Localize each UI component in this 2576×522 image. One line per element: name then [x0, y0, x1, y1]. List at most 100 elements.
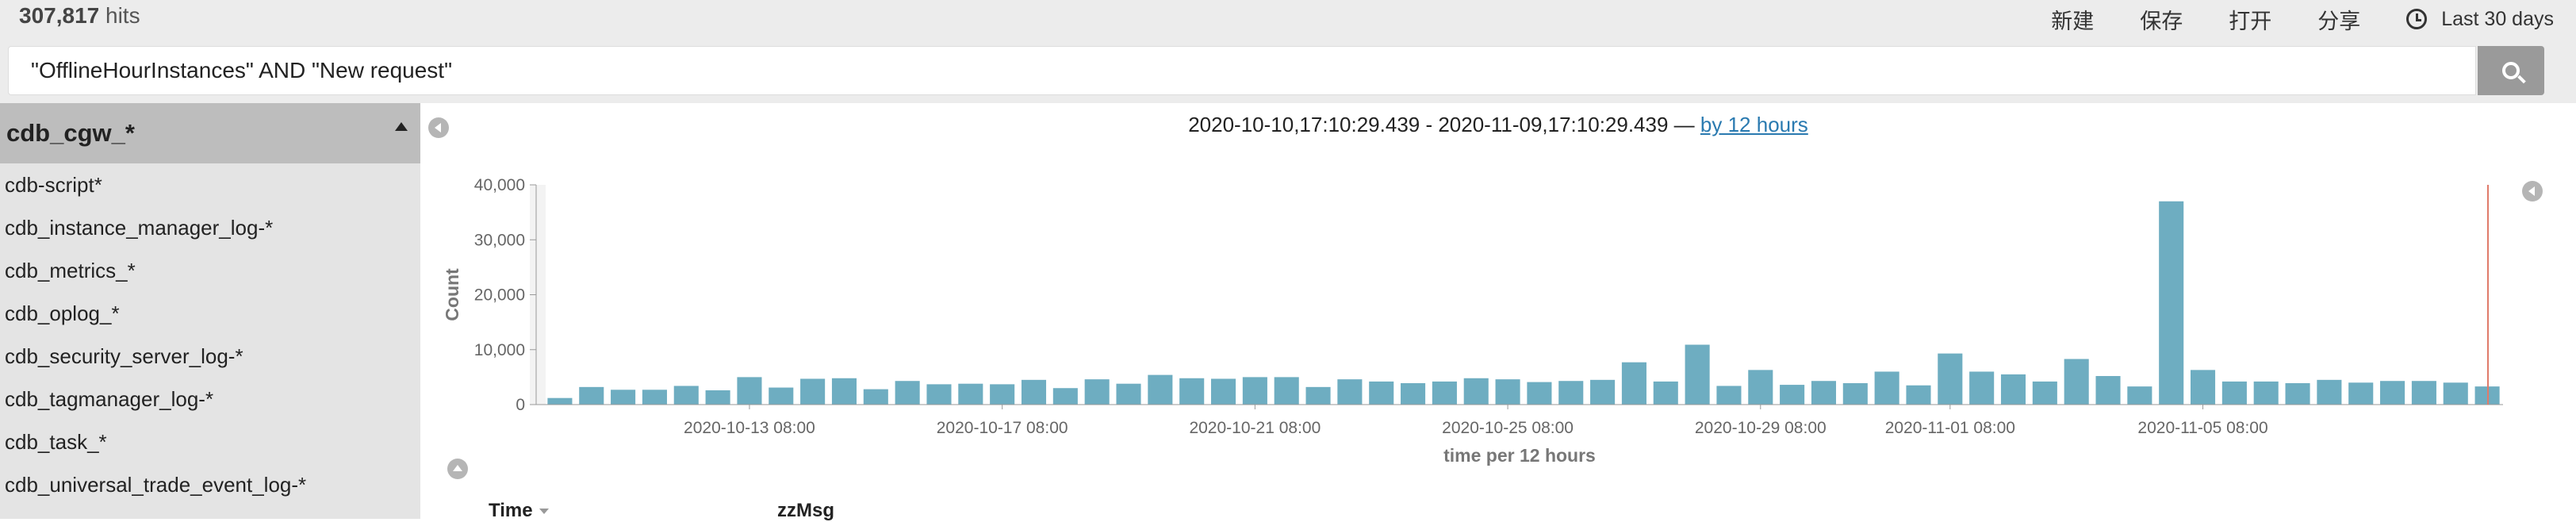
index-pattern-item[interactable]: cdb_instance_manager_log-* [0, 206, 420, 249]
index-pattern-item[interactable]: cdb_tagmanager_log-* [0, 378, 420, 420]
index-pattern-item[interactable]: cdb_security_server_log-* [0, 335, 420, 378]
histogram-bar [547, 397, 573, 405]
search-input[interactable] [8, 46, 2476, 95]
selected-index-pattern-label: cdb_cgw_* [6, 119, 135, 147]
y-tick-label: 20,000 [474, 286, 525, 305]
clock-icon [2406, 9, 2428, 29]
histogram-bar [1274, 377, 1299, 405]
index-pattern-item[interactable]: cdb_metrics_* [0, 249, 420, 292]
share-button[interactable]: 分享 [2317, 4, 2360, 35]
discover-main: 2020-10-10,17:10:29.439 - 2020-11-09,17:… [420, 103, 2576, 521]
histogram-bar [1842, 382, 1868, 405]
histogram-bar [1748, 370, 1773, 405]
chevron-up-icon [453, 465, 462, 471]
histogram-bar [1527, 382, 1552, 405]
histogram-bar [2348, 382, 2374, 405]
x-tick-label: 2020-10-29 08:00 [1695, 419, 1827, 437]
histogram-bar [1874, 371, 1899, 405]
histogram-bar [1495, 379, 1520, 405]
histogram-bar [2095, 375, 2121, 405]
histogram-bar [1590, 379, 1616, 405]
histogram-bar [800, 378, 826, 405]
index-pattern-item[interactable]: cdb_task_* [0, 420, 420, 463]
histogram-bar [2285, 382, 2310, 405]
search-button[interactable] [2478, 46, 2544, 95]
search-icon [2502, 62, 2520, 79]
histogram-bar [705, 390, 730, 405]
histogram-bar [990, 384, 1015, 405]
x-tick-label: 2020-11-01 08:00 [1885, 419, 2015, 437]
histogram-bar [1938, 353, 1963, 405]
time-range-label: Last 30 days [2441, 7, 2554, 30]
histogram-bar [1653, 381, 1678, 405]
histogram-bar [1969, 371, 1995, 405]
index-pattern-item[interactable]: cdb-script* [0, 163, 420, 206]
histogram-bar [1052, 388, 1078, 405]
histogram-bar [769, 387, 794, 405]
histogram-bar [2443, 382, 2468, 405]
y-axis-title: Count [442, 268, 462, 321]
x-tick-label: 2020-11-05 08:00 [2137, 419, 2267, 437]
time-picker[interactable]: Last 30 days [2406, 8, 2554, 31]
histogram-bar [2380, 381, 2405, 405]
histogram-bar [1210, 378, 1236, 405]
y-tick-label: 0 [516, 396, 525, 414]
histogram-bar [673, 386, 699, 405]
histogram-bar [1558, 381, 1584, 405]
hits-count: 307,817 [19, 3, 100, 28]
histogram-bar [2317, 379, 2342, 405]
collapse-chart-button[interactable] [447, 459, 468, 479]
y-tick-label: 40,000 [474, 176, 525, 194]
top-actions: 新建 保存 打开 分享 Last 30 days [2051, 3, 2576, 35]
histogram-bar [2190, 370, 2216, 405]
histogram-bar [1685, 344, 1710, 405]
sort-down-icon [539, 509, 549, 515]
histogram-bar [1084, 379, 1110, 405]
histogram-bar [1716, 386, 1742, 405]
new-button[interactable]: 新建 [2051, 4, 2094, 35]
histogram-bar [1242, 377, 1267, 405]
histogram-bar [2411, 381, 2436, 405]
histogram-bar [2253, 381, 2279, 405]
histogram-bar [1432, 381, 1457, 405]
histogram-bar [2064, 359, 2089, 405]
histogram-bar [1401, 382, 1426, 405]
y-tick-label: 30,000 [474, 231, 525, 249]
index-pattern-sidebar: cdb_cgw_* cdb-script* cdb_instance_manag… [0, 103, 420, 519]
x-tick-label: 2020-10-25 08:00 [1442, 419, 1574, 437]
histogram-bar [579, 386, 604, 405]
histogram-chart: 0 10,000 20,000 30,000 40,000 Count 2020-10-13… [442, 176, 2503, 466]
histogram-bar [2127, 386, 2152, 405]
x-tick-label: 2020-10-17 08:00 [937, 419, 1068, 437]
save-button[interactable]: 保存 [2140, 4, 2183, 35]
time-column-label: Time [489, 500, 533, 521]
hits-counter: 307,817 hits [19, 3, 140, 29]
histogram-bar [611, 390, 636, 405]
histogram-bar [1305, 386, 1331, 405]
histogram-bar [1369, 381, 1394, 405]
histogram-bar [2000, 374, 2026, 405]
histogram-bar [737, 377, 762, 405]
document-table-header: Time zzMsg [420, 500, 2576, 521]
open-button[interactable]: 打开 [2229, 4, 2271, 35]
search-bar [0, 43, 2576, 103]
index-pattern-list: cdb-script* cdb_instance_manager_log-* c… [0, 163, 420, 506]
histogram-bar [1780, 385, 1805, 405]
histogram-bar [831, 378, 857, 405]
x-tick-label: 2020-10-13 08:00 [684, 419, 815, 437]
index-pattern-item[interactable]: cdb_oplog_* [0, 292, 420, 335]
hits-label: hits [105, 3, 140, 28]
selected-index-pattern[interactable]: cdb_cgw_* [0, 103, 420, 163]
x-axis-title: time per 12 hours [1443, 445, 1596, 466]
histogram-bar [2159, 201, 2184, 405]
histogram-bar [1463, 378, 1489, 405]
histogram-bar [1116, 383, 1141, 405]
histogram-bar [1906, 385, 1931, 405]
index-pattern-item[interactable]: cdb_universal_trade_event_log-* [0, 463, 420, 506]
histogram-bar [1148, 374, 1173, 405]
histogram-bar [642, 390, 667, 405]
top-bar: 307,817 hits 新建 保存 打开 分享 Last 30 days [0, 0, 2576, 43]
histogram-bar [926, 384, 952, 405]
histogram-bar [2032, 381, 2057, 405]
caret-up-icon [395, 121, 408, 131]
